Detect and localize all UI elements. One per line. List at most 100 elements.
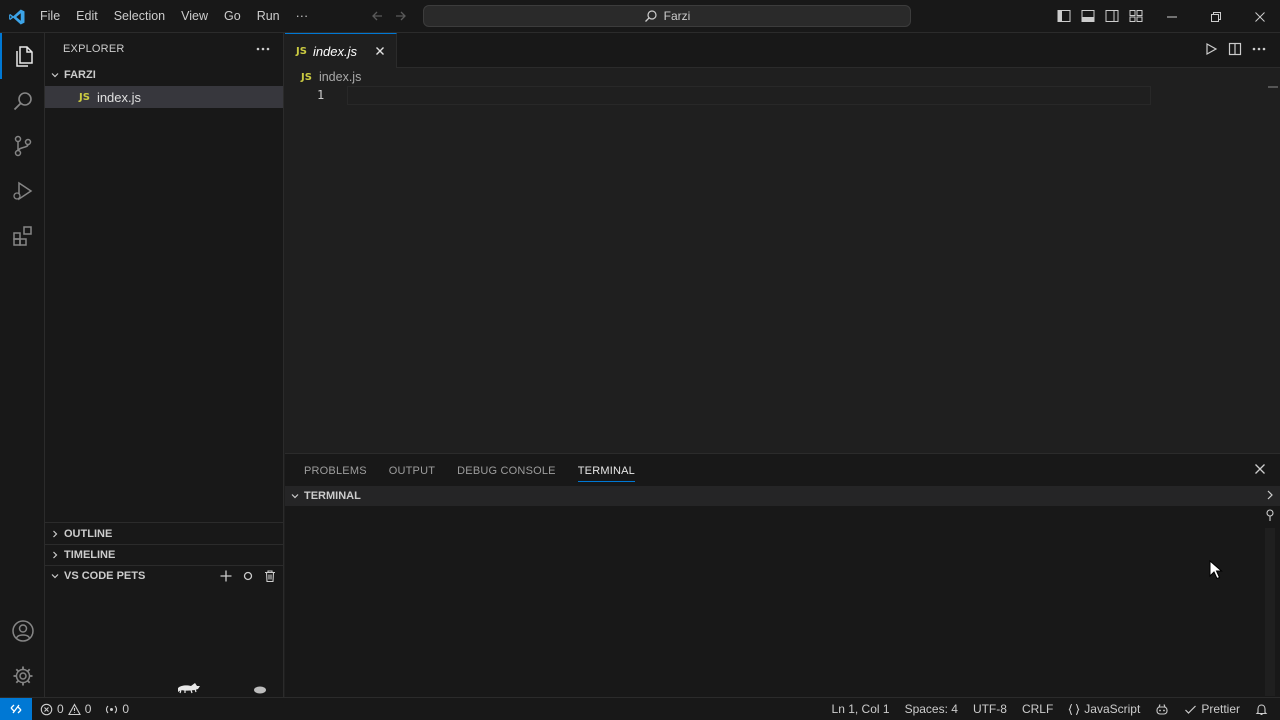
end-of-line[interactable]: CRLF (1022, 702, 1053, 716)
tab-output[interactable]: OUTPUT (381, 454, 443, 488)
status-right: Ln 1, Col 1 Spaces: 4 UTF-8 CRLF JavaScr… (832, 698, 1268, 720)
source-control-icon (14, 135, 31, 157)
ports-count: 0 (122, 702, 130, 716)
tab-index-js[interactable]: JS index.js (285, 33, 397, 68)
file-item-index-js[interactable]: JS index.js (45, 86, 283, 108)
pets-label: VS CODE PETS (64, 570, 146, 582)
sidebar-more-actions[interactable] (253, 39, 273, 59)
sidebar-title: EXPLORER (63, 43, 125, 55)
split-editor-icon[interactable] (1228, 42, 1242, 56)
breadcrumb-file[interactable]: index.js (319, 70, 361, 84)
activity-search[interactable] (0, 78, 45, 124)
pet-ball-icon[interactable] (253, 684, 267, 694)
menu-edit[interactable]: Edit (68, 0, 106, 33)
activity-bar (0, 33, 45, 697)
editor-actions (1204, 42, 1266, 56)
line-number: 1 (317, 88, 325, 102)
terminal-scrollbar[interactable] (1263, 508, 1277, 696)
minimize-button[interactable] (1150, 0, 1194, 33)
copilot-status[interactable] (1155, 703, 1169, 716)
menu-selection[interactable]: Selection (106, 0, 173, 33)
status-left: 0 0 0 (40, 698, 129, 720)
pets-section-header[interactable]: VS CODE PETS (45, 565, 283, 587)
chevron-right-icon (53, 530, 58, 538)
status-bar: 0 0 0 Ln 1, Col 1 Spaces: 4 UTF-8 CRLF J… (0, 697, 1280, 720)
timeline-section-header[interactable]: TIMELINE (45, 544, 283, 566)
tab-terminal[interactable]: TERMINAL (570, 454, 643, 488)
menu-run[interactable]: Run (249, 0, 288, 33)
error-icon (40, 703, 53, 715)
close-panel-icon[interactable] (1254, 463, 1266, 475)
explorer-sidebar: EXPLORER FARZI JS index.js OUTLINE TIMEL… (45, 33, 284, 697)
terminal-section-title: TERMINAL (304, 490, 361, 502)
js-file-icon: JS (301, 71, 312, 83)
js-file-icon: JS (296, 45, 307, 57)
folder-name: FARZI (64, 69, 96, 81)
ports-status[interactable]: 0 (105, 702, 129, 716)
prettier-status[interactable]: Prettier (1184, 702, 1240, 716)
search-text: Farzi (663, 9, 691, 23)
problems-status[interactable]: 0 0 (40, 702, 91, 716)
tab-label: index.js (312, 43, 358, 59)
activity-source-control[interactable] (0, 123, 45, 169)
gear-icon (13, 666, 32, 686)
back-arrow-icon[interactable] (370, 9, 384, 23)
chevron-down-icon (51, 73, 59, 78)
toggle-panel-icon[interactable] (1080, 8, 1096, 24)
close-icon (376, 47, 384, 55)
title-bar: File Edit Selection View Go Run ··· Farz… (0, 0, 1280, 33)
pin-icon[interactable] (1263, 508, 1277, 522)
tab-debug-console[interactable]: DEBUG CONSOLE (449, 454, 564, 488)
menu-file[interactable]: File (32, 0, 68, 33)
code-editor[interactable]: 1 (285, 86, 1280, 452)
forward-arrow-icon[interactable] (394, 9, 408, 23)
activity-explorer[interactable] (0, 33, 45, 79)
breadcrumb[interactable]: JS index.js (301, 68, 361, 86)
cursor-position[interactable]: Ln 1, Col 1 (832, 702, 890, 716)
toggle-primary-sidebar-icon[interactable] (1056, 8, 1072, 24)
bottom-panel: PROBLEMS OUTPUT DEBUG CONSOLE TERMINAL T… (285, 453, 1280, 697)
navigation-arrows (370, 9, 408, 23)
js-file-icon: JS (79, 91, 90, 103)
run-file-icon[interactable] (1204, 42, 1218, 56)
bell-icon[interactable] (1255, 703, 1268, 716)
files-icon (15, 46, 33, 67)
pet-cat-icon[interactable] (175, 678, 203, 694)
ellipsis-icon[interactable] (1252, 47, 1266, 51)
terminal-section-header[interactable]: TERMINAL (285, 486, 1280, 506)
activity-run-debug[interactable] (0, 168, 45, 214)
restore-button[interactable] (1194, 0, 1238, 33)
toggle-secondary-sidebar-icon[interactable] (1104, 8, 1120, 24)
search-icon (13, 92, 32, 111)
activity-manage[interactable] (0, 653, 45, 699)
activity-extensions[interactable] (0, 213, 45, 259)
prettier-label: Prettier (1201, 702, 1240, 716)
indentation[interactable]: Spaces: 4 (905, 702, 958, 716)
chevron-right-icon[interactable] (1264, 488, 1276, 502)
language-label: JavaScript (1084, 702, 1141, 716)
menu-go[interactable]: Go (216, 0, 249, 33)
menu-view[interactable]: View (173, 0, 216, 33)
activity-accounts[interactable] (0, 608, 45, 654)
tab-problems[interactable]: PROBLEMS (296, 454, 375, 488)
file-encoding[interactable]: UTF-8 (973, 702, 1007, 716)
add-pet-icon[interactable] (219, 569, 233, 583)
tab-close-button[interactable] (372, 43, 388, 59)
copilot-icon (1156, 703, 1168, 715)
search-icon (644, 10, 657, 22)
command-center-search[interactable]: Farzi (423, 5, 911, 27)
pets-actions (219, 565, 277, 587)
outline-section-header[interactable]: OUTLINE (45, 523, 283, 545)
close-window-button[interactable] (1238, 0, 1280, 33)
remote-indicator[interactable] (0, 698, 32, 720)
language-mode[interactable]: JavaScript (1068, 702, 1140, 716)
chevron-down-icon (291, 494, 299, 499)
chevron-right-icon (53, 551, 58, 559)
menu-more[interactable]: ··· (288, 0, 317, 33)
customize-layout-icon[interactable] (1128, 8, 1144, 24)
outline-label: OUTLINE (64, 528, 113, 540)
trash-icon[interactable] (263, 569, 277, 583)
folder-header[interactable]: FARZI (45, 64, 283, 86)
braces-icon (1069, 703, 1080, 715)
throw-ball-icon[interactable] (241, 569, 255, 583)
